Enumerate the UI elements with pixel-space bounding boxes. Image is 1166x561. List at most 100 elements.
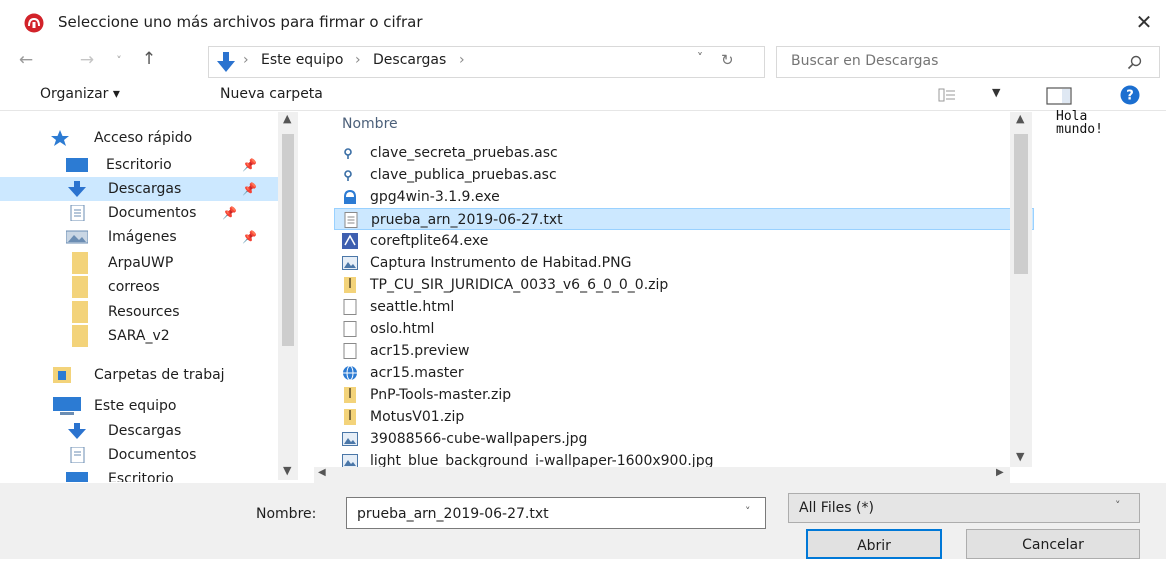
file-list-h-scrollbar[interactable]: ◀ ▶ — [314, 467, 1010, 483]
filename-input[interactable]: prueba_arn_2019-06-27.txt — [357, 506, 549, 522]
arrow-left-icon[interactable]: ← — [14, 50, 38, 72]
file-row[interactable]: seattle.html — [334, 296, 1034, 318]
kleopatra-app-icon — [24, 13, 44, 33]
open-button[interactable]: Abrir — [806, 529, 942, 559]
desktop-icon — [66, 157, 88, 173]
recent-locations-chevron-icon[interactable]: ˅ — [110, 50, 128, 72]
file-row[interactable]: PnP-Tools-master.zip — [334, 384, 1034, 406]
organize-button[interactable]: Organizar ▾ — [40, 86, 120, 102]
chevron-down-icon[interactable]: ˅ — [1115, 499, 1121, 512]
view-options-icon[interactable] — [938, 88, 956, 102]
file-row[interactable]: 39088566-cube-wallpapers.jpg — [334, 428, 1034, 450]
address-bar[interactable]: › Este equipo › Descargas › ˅ ↻ — [208, 46, 765, 78]
file-row-selected[interactable]: prueba_arn_2019-06-27.txt — [334, 208, 1034, 230]
blank-file-icon — [342, 299, 358, 315]
file-row[interactable]: MotusV01.zip — [334, 406, 1034, 428]
command-toolbar: Organizar ▾ Nueva carpeta ▼ ? — [0, 80, 1166, 111]
new-folder-button[interactable]: Nueva carpeta — [220, 86, 323, 102]
title-bar: Seleccione uno más archivos para firmar … — [0, 0, 1166, 44]
close-button[interactable]: ✕ — [1130, 8, 1158, 36]
view-options-chevron-icon[interactable]: ▼ — [992, 86, 1000, 99]
file-row[interactable]: TP_CU_SIR_JURIDICA_0033_v6_6_0_0_0.zip — [334, 274, 1034, 296]
navigation-pane[interactable]: Acceso rápido Escritorio 📌 Descargas 📌 D… — [0, 110, 298, 482]
scroll-down-icon[interactable]: ▼ — [283, 464, 291, 477]
scroll-up-icon[interactable]: ▲ — [1016, 112, 1024, 125]
nav-item-correos[interactable]: correos — [72, 275, 298, 299]
nav-pane-scrollbar[interactable]: ▲ ▼ — [278, 112, 298, 480]
file-row[interactable]: oslo.html — [334, 318, 1034, 340]
app-exe-icon — [342, 233, 358, 249]
file-row[interactable]: acr15.master — [334, 362, 1034, 384]
breadcrumb-separator: › — [355, 52, 361, 68]
blank-file-icon — [342, 321, 358, 337]
file-row[interactable]: clave_publica_pruebas.asc — [334, 164, 1034, 186]
star-icon — [50, 129, 72, 147]
image-file-icon — [342, 255, 358, 271]
file-row[interactable]: light_blue_background_i-wallpaper-1600x9… — [334, 450, 1034, 467]
folder-icon — [72, 325, 88, 347]
breadcrumb-este-equipo[interactable]: Este equipo — [261, 52, 343, 68]
search-box[interactable] — [776, 46, 1160, 78]
text-file-icon — [343, 212, 359, 228]
nav-item-documentos[interactable]: Documentos 📌 — [66, 201, 298, 225]
file-type-filter[interactable]: All Files (*) ˅ — [788, 493, 1140, 523]
file-row[interactable]: gpg4win-3.1.9.exe — [334, 186, 1034, 208]
nav-item-imagenes[interactable]: Imágenes 📌 — [65, 225, 298, 249]
breadcrumb-descargas[interactable]: Descargas — [373, 52, 446, 68]
file-list[interactable]: Nombre clave_secreta_pruebas.asc clave_p… — [322, 110, 1034, 467]
file-row[interactable]: coreftplite64.exe — [334, 230, 1034, 252]
filename-combobox[interactable]: prueba_arn_2019-06-27.txt ˅ — [346, 497, 766, 529]
pin-icon: 📌 — [242, 230, 257, 244]
scroll-up-icon[interactable]: ▲ — [283, 112, 291, 125]
nav-item-escritorio[interactable]: Escritorio 📌 — [66, 153, 298, 177]
scroll-down-icon[interactable]: ▼ — [1016, 450, 1024, 463]
nav-item-este-equipo[interactable]: Este equipo — [52, 394, 298, 418]
nav-item-descargas[interactable]: Descargas 📌 — [0, 177, 298, 201]
nav-item-arpauwp[interactable]: ArpaUWP — [72, 251, 298, 275]
refresh-icon[interactable]: ↻ — [721, 51, 734, 69]
zip-file-icon — [342, 387, 358, 403]
arrow-right-icon[interactable]: → — [76, 50, 98, 72]
globe-file-icon — [342, 365, 358, 381]
column-header-nombre[interactable]: Nombre — [342, 116, 398, 132]
address-history-chevron-icon[interactable]: ˅ — [697, 51, 703, 65]
chevron-down-icon[interactable]: ˅ — [745, 505, 751, 518]
file-row[interactable]: clave_secreta_pruebas.asc — [334, 142, 1034, 164]
search-input[interactable] — [791, 51, 1111, 71]
nav-item-resources[interactable]: Resources — [72, 300, 298, 324]
installer-icon — [342, 189, 358, 205]
dialog-title: Seleccione uno más archivos para firmar … — [58, 13, 423, 31]
work-folders-icon — [52, 365, 72, 385]
file-list-scroll-thumb[interactable] — [1014, 134, 1028, 274]
cancel-button[interactable]: Cancelar — [966, 529, 1140, 559]
search-icon[interactable] — [1127, 54, 1143, 70]
download-icon — [66, 181, 88, 197]
scroll-left-icon[interactable]: ◀ — [318, 467, 326, 478]
nav-item-escritorio-equipo[interactable]: Escritorio — [66, 467, 298, 482]
nav-item-acceso-rapido[interactable]: Acceso rápido — [50, 126, 290, 150]
image-file-icon — [342, 453, 358, 467]
folder-icon — [72, 276, 88, 298]
nav-item-documentos-equipo[interactable]: Documentos — [66, 443, 298, 467]
nav-pane-scroll-thumb[interactable] — [282, 134, 294, 346]
pin-icon: 📌 — [242, 158, 257, 172]
arrow-up-icon[interactable]: ↑ — [138, 49, 160, 71]
file-row[interactable]: Captura Instrumento de Habitad.PNG — [334, 252, 1034, 274]
nav-item-sara-v2[interactable]: SARA_v2 — [72, 324, 298, 348]
file-row[interactable]: acr15.preview — [334, 340, 1034, 362]
scroll-right-icon[interactable]: ▶ — [996, 467, 1004, 478]
zip-file-icon — [342, 409, 358, 425]
preview-text: Hola mundo! — [1056, 109, 1103, 137]
zip-file-icon — [342, 277, 358, 293]
nav-item-carpetas-de-trabajo[interactable]: Carpetas de trabaj — [52, 363, 298, 387]
file-list-scrollbar[interactable]: ▲ ▼ — [1010, 112, 1032, 467]
key-file-icon — [342, 167, 358, 183]
pin-icon: 📌 — [242, 182, 257, 196]
help-icon[interactable]: ? — [1120, 85, 1140, 105]
computer-icon — [52, 397, 82, 415]
key-file-icon — [342, 145, 358, 161]
preview-pane-icon[interactable] — [1046, 87, 1072, 105]
nav-item-descargas-equipo[interactable]: Descargas — [66, 419, 298, 443]
breadcrumb-separator[interactable]: › — [459, 52, 465, 68]
breadcrumb-separator: › — [243, 52, 249, 68]
